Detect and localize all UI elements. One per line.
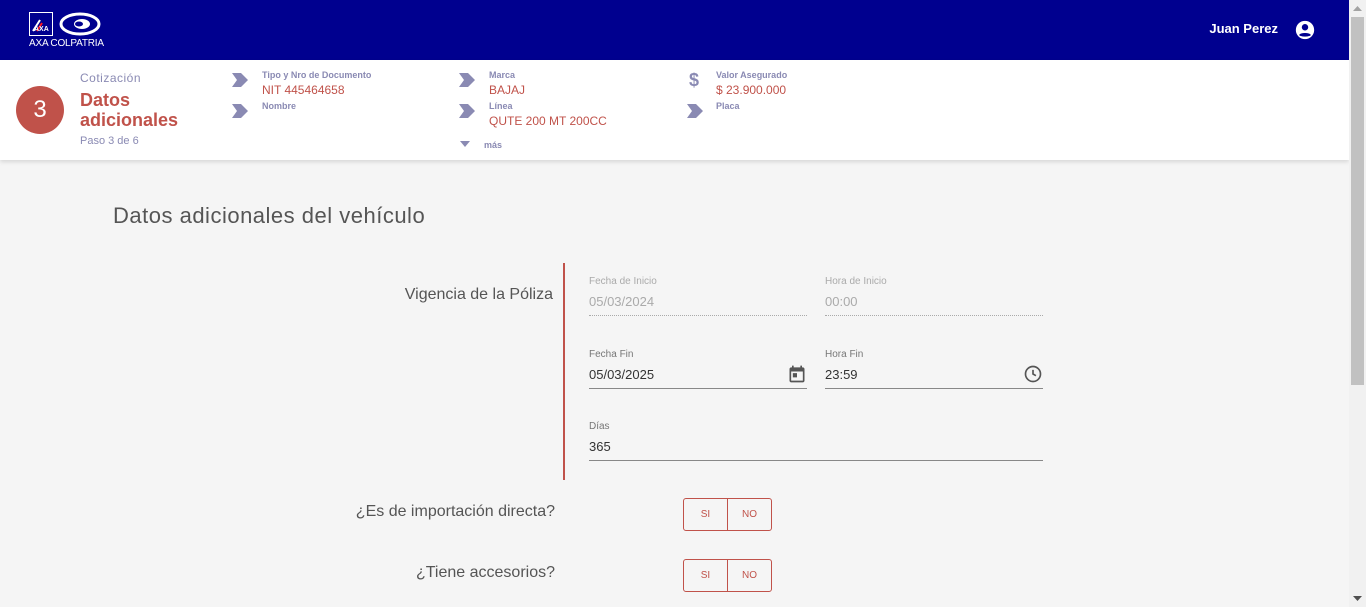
accessories-toggle[interactable]: SI NO	[683, 559, 772, 592]
document-label: Tipo y Nro de Documento	[262, 70, 372, 80]
start-date-field: Fecha de Inicio 05/03/2024	[589, 276, 807, 318]
field-underline	[589, 315, 807, 316]
axa-logo-icon: AXA	[29, 12, 53, 36]
end-time-label: Hora Fin	[825, 349, 864, 360]
clock-icon[interactable]	[1023, 364, 1043, 384]
days-field[interactable]: Días 365	[589, 421, 1043, 463]
insured-value-label: Valor Asegurado	[716, 70, 788, 80]
top-app-bar: AXA AXA COLPATRIA Juan Perez	[0, 0, 1349, 60]
scrollbar-thumb[interactable]	[1351, 17, 1364, 385]
step-title: Datos adicionales	[80, 90, 179, 130]
document-value: NIT 445464658	[262, 83, 345, 97]
section-divider	[563, 263, 565, 480]
step-progress: Paso 3 de 6	[80, 135, 139, 147]
accessories-question: ¿Tiene accesorios?	[415, 564, 555, 581]
direct-import-toggle[interactable]: SI NO	[683, 498, 772, 531]
scroll-up-arrow-icon[interactable]	[1349, 0, 1366, 17]
vertical-scrollbar[interactable]	[1349, 0, 1366, 607]
chevron-arrow-icon	[459, 104, 475, 118]
direct-import-no-button[interactable]: NO	[727, 499, 771, 530]
more-link[interactable]: más	[484, 140, 502, 150]
accessories-no-button[interactable]: NO	[727, 560, 771, 591]
field-underline	[589, 388, 807, 389]
accessories-yes-button[interactable]: SI	[684, 560, 727, 591]
chevron-arrow-icon	[687, 104, 703, 118]
svg-text:AXA: AXA	[34, 26, 49, 33]
account-circle-icon[interactable]	[1294, 19, 1316, 41]
caret-down-icon[interactable]	[460, 141, 470, 148]
days-input[interactable]: 365	[589, 439, 611, 454]
end-time-input[interactable]: 23:59	[825, 367, 858, 382]
direct-import-question: ¿Es de importación directa?	[355, 503, 555, 520]
end-date-label: Fecha Fin	[589, 349, 634, 360]
brand-label: Marca	[489, 70, 516, 80]
chevron-arrow-icon	[459, 73, 475, 87]
insured-value: $ 23.900.000	[716, 83, 787, 97]
policy-validity-label: Vigencia de la Póliza	[404, 286, 553, 303]
start-time-field: Hora de Inicio 00:00	[825, 276, 1043, 318]
field-underline	[589, 460, 1043, 461]
step-caption: Cotización	[80, 71, 142, 85]
line-label: Línea	[489, 101, 513, 111]
scroll-down-arrow-icon[interactable]	[1349, 590, 1366, 607]
name-label: Nombre	[262, 101, 297, 111]
colpatria-swirl-icon	[59, 12, 101, 36]
field-underline	[825, 315, 1043, 316]
chevron-arrow-icon	[232, 104, 248, 118]
start-time-label: Hora de Inicio	[825, 276, 887, 287]
start-date-value: 05/03/2024	[589, 294, 655, 309]
start-time-value: 00:00	[825, 294, 858, 309]
user-name[interactable]: Juan Perez	[1209, 21, 1278, 36]
end-date-input[interactable]: 05/03/2025	[589, 367, 654, 382]
end-time-field[interactable]: Hora Fin 23:59	[825, 349, 1043, 391]
axa-colpatria-logo[interactable]: AXA AXA COLPATRIA	[29, 12, 104, 50]
end-date-field[interactable]: Fecha Fin 05/03/2025	[589, 349, 807, 391]
quote-step-header: 3 Cotización Datos adicionales Paso 3 de…	[0, 60, 1349, 160]
dollar-icon: $	[689, 70, 700, 90]
direct-import-yes-button[interactable]: SI	[684, 499, 727, 530]
plate-label: Placa	[716, 101, 740, 111]
line-value: QUTE 200 MT 200CC	[489, 114, 607, 128]
logo-text: AXA COLPATRIA	[29, 38, 104, 49]
days-label: Días	[589, 421, 610, 432]
brand-value: BAJAJ	[489, 83, 526, 97]
field-underline	[825, 388, 1043, 389]
calendar-icon[interactable]	[787, 364, 807, 384]
step-number-badge: 3	[16, 86, 64, 134]
page-heading: Datos adicionales del vehículo	[113, 203, 426, 228]
start-date-label: Fecha de Inicio	[589, 276, 657, 287]
chevron-arrow-icon	[232, 73, 248, 87]
